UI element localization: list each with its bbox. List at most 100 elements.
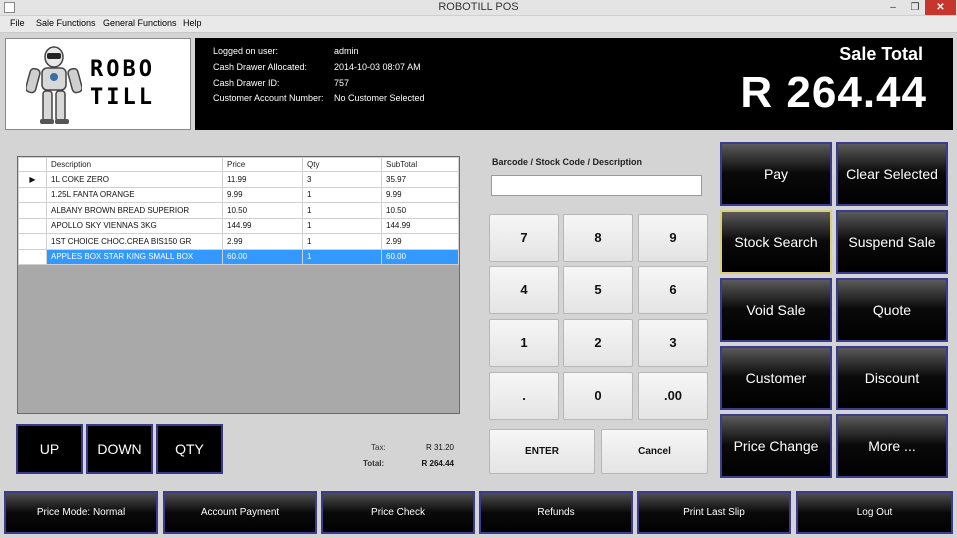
void-sale-button[interactable]: Void Sale (720, 278, 832, 342)
current-row-icon: ▶ (18, 171, 47, 188)
cell-price[interactable]: 11.99 (222, 171, 303, 188)
refunds-button[interactable]: Refunds (479, 491, 633, 534)
key-double-zero[interactable]: .00 (638, 372, 708, 420)
column-subtotal[interactable]: SubTotal (381, 157, 459, 172)
up-button[interactable]: UP (16, 424, 83, 474)
cell-description[interactable]: 1.25L FANTA ORANGE (46, 186, 223, 203)
logged-user-value: admin (334, 46, 359, 56)
column-price[interactable]: Price (222, 157, 303, 172)
cancel-button[interactable]: Cancel (601, 429, 708, 474)
session-info-panel: Logged on user: admin Cash Drawer Alloca… (195, 38, 953, 130)
key-6[interactable]: 6 (638, 266, 708, 314)
key-decimal[interactable]: . (489, 372, 559, 420)
column-description[interactable]: Description (46, 157, 223, 172)
cell-subtotal[interactable]: 60.00 (381, 248, 459, 265)
enter-button[interactable]: ENTER (489, 429, 595, 474)
customer-button[interactable]: Customer (720, 346, 832, 410)
table-row[interactable]: ALBANY BROWN BREAD SUPERIOR 10.50 1 10.5… (18, 202, 459, 219)
cell-subtotal[interactable]: 9.99 (381, 186, 459, 203)
suspend-sale-button[interactable]: Suspend Sale (836, 210, 948, 274)
total-label: Total: (363, 459, 385, 468)
log-out-button[interactable]: Log Out (796, 491, 953, 534)
close-button[interactable]: ✕ (925, 0, 956, 15)
key-8[interactable]: 8 (563, 214, 633, 262)
cell-qty[interactable]: 1 (302, 217, 382, 234)
down-button[interactable]: DOWN (86, 424, 153, 474)
qty-button[interactable]: QTY (156, 424, 223, 474)
logged-user-label: Logged on user: (213, 46, 279, 56)
more-button[interactable]: More ... (836, 414, 948, 478)
barcode-input[interactable] (491, 175, 702, 196)
menu-sale-functions[interactable]: Sale Functions (36, 18, 96, 28)
key-7[interactable]: 7 (489, 214, 559, 262)
menu-general-functions[interactable]: General Functions (103, 18, 177, 28)
row-header (18, 202, 47, 219)
row-header (18, 248, 47, 265)
key-0[interactable]: 0 (563, 372, 633, 420)
sale-items-grid[interactable]: Description Price Qty SubTotal ▶ 1L COKE… (17, 156, 460, 414)
quote-button[interactable]: Quote (836, 278, 948, 342)
table-row-selected[interactable]: APPLES BOX STAR KING SMALL BOX 60.00 1 6… (18, 248, 459, 265)
cell-price[interactable]: 144.99 (222, 217, 303, 234)
account-payment-button[interactable]: Account Payment (163, 491, 317, 534)
cell-description[interactable]: APPLES BOX STAR KING SMALL BOX (46, 248, 223, 265)
row-header (18, 233, 47, 250)
title-bar: ROBOTILL POS – ❐ ✕ (0, 0, 957, 16)
row-header (18, 217, 47, 234)
table-row[interactable]: 1.25L FANTA ORANGE 9.99 1 9.99 (18, 186, 459, 203)
clear-selected-button[interactable]: Clear Selected (836, 142, 948, 206)
column-qty[interactable]: Qty (302, 157, 382, 172)
window-title: ROBOTILL POS (438, 1, 519, 13)
tax-value: R 31.20 (425, 443, 454, 452)
customer-account-value: No Customer Selected (334, 93, 425, 103)
stock-search-button[interactable]: Stock Search (720, 210, 832, 274)
cash-drawer-id-label: Cash Drawer ID: (213, 78, 280, 88)
cell-subtotal[interactable]: 2.99 (381, 233, 459, 250)
menu-bar: File Sale Functions General Functions He… (0, 16, 957, 33)
cell-qty[interactable]: 1 (302, 186, 382, 203)
cell-subtotal[interactable]: 10.50 (381, 202, 459, 219)
pay-button[interactable]: Pay (720, 142, 832, 206)
row-header-corner (18, 157, 47, 172)
menu-file[interactable]: File (10, 18, 25, 28)
cell-description[interactable]: 1L COKE ZERO (46, 171, 223, 188)
key-9[interactable]: 9 (638, 214, 708, 262)
key-1[interactable]: 1 (489, 319, 559, 367)
cell-price[interactable]: 9.99 (222, 186, 303, 203)
cell-price[interactable]: 2.99 (222, 233, 303, 250)
cell-description[interactable]: 1ST CHOICE CHOC.CREA BIS150 GR (46, 233, 223, 250)
price-change-button[interactable]: Price Change (720, 414, 832, 478)
key-5[interactable]: 5 (563, 266, 633, 314)
key-2[interactable]: 2 (563, 319, 633, 367)
price-check-button[interactable]: Price Check (321, 491, 475, 534)
logo-text-line1: ROBO (90, 57, 155, 82)
table-row[interactable]: APOLLO SKY VIENNAS 3KG 144.99 1 144.99 (18, 217, 459, 234)
cell-qty[interactable]: 1 (302, 202, 382, 219)
key-3[interactable]: 3 (638, 319, 708, 367)
table-row[interactable]: ▶ 1L COKE ZERO 11.99 3 35.97 (18, 171, 459, 188)
logo-text-line2: TILL (90, 85, 155, 110)
tax-label: Tax: (371, 443, 386, 452)
key-4[interactable]: 4 (489, 266, 559, 314)
table-row[interactable]: 1ST CHOICE CHOC.CREA BIS150 GR 2.99 1 2.… (18, 233, 459, 250)
cell-description[interactable]: ALBANY BROWN BREAD SUPERIOR (46, 202, 223, 219)
row-header (18, 186, 47, 203)
menu-help[interactable]: Help (183, 18, 202, 28)
discount-button[interactable]: Discount (836, 346, 948, 410)
cash-drawer-value: 2014-10-03 08:07 AM (334, 62, 421, 72)
cell-qty[interactable]: 1 (302, 233, 382, 250)
cell-qty[interactable]: 3 (302, 171, 382, 188)
print-last-slip-button[interactable]: Print Last Slip (637, 491, 791, 534)
cell-qty[interactable]: 1 (302, 248, 382, 265)
cash-drawer-id-value: 757 (334, 78, 350, 88)
cell-subtotal[interactable]: 35.97 (381, 171, 459, 188)
cell-price[interactable]: 10.50 (222, 202, 303, 219)
sale-total-label: Sale Total (839, 44, 923, 64)
price-mode-button[interactable]: Price Mode: Normal (4, 491, 158, 534)
cell-description[interactable]: APOLLO SKY VIENNAS 3KG (46, 217, 223, 234)
cell-subtotal[interactable]: 144.99 (381, 217, 459, 234)
cell-price[interactable]: 60.00 (222, 248, 303, 265)
sale-total-value: R 264.44 (740, 68, 927, 117)
robot-icon (26, 46, 82, 124)
logo: ROBO TILL (5, 38, 191, 130)
